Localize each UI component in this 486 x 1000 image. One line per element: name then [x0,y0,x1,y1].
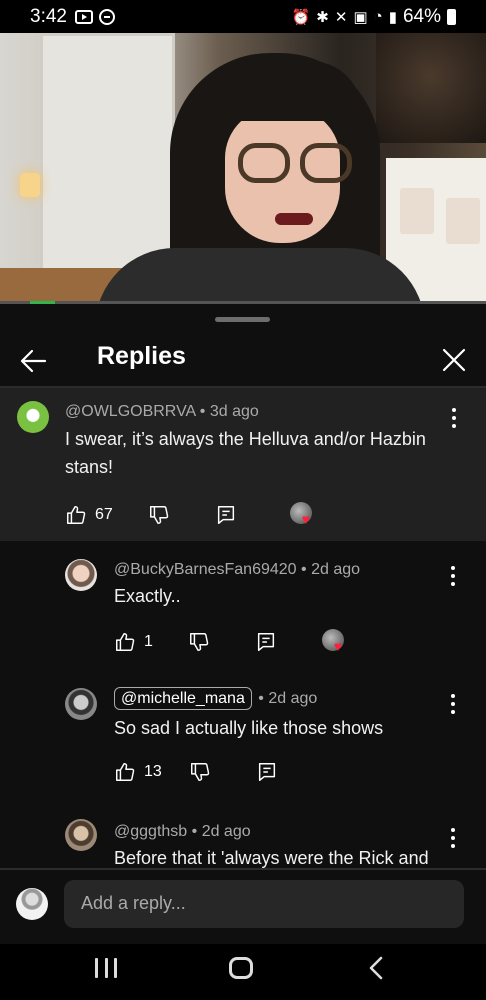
like-count: 67 [95,506,113,523]
panel-title: Replies [97,342,186,370]
comment-age: 2d ago [268,690,318,707]
reply-item: @gggthsb • 2d ago Before that it 'always… [0,799,486,869]
avatar[interactable] [17,401,49,433]
comment-text: I swear, it’s always the Helluva and/or … [65,429,426,477]
comment-age: 2d ago [311,561,361,578]
like-count: 13 [144,763,162,780]
comment-text: Before that it 'always were the Rick and [114,848,429,868]
video-player[interactable] [0,33,486,303]
replies-panel: Replies @OWLGOBRRVA • 3d ago I swear, it… [0,304,486,944]
heart-icon: ♥ [301,511,311,527]
mute-icon: ✕ [334,8,348,26]
reply-icon[interactable] [255,631,277,653]
nfc-icon: ▣ [353,8,368,26]
alarm-icon: ⏰ [291,8,311,26]
comment-age: 3d ago [209,403,259,420]
battery-icon [447,8,456,25]
comment-text: So sad I actually like those shows [114,718,384,738]
like-icon[interactable] [114,761,136,783]
reply-item: @BuckyBarnesFan69420 • 2d ago Exactly.. … [0,541,486,669]
system-nav-bar [0,944,486,1000]
more-options-icon[interactable] [448,694,458,714]
like-icon[interactable] [114,631,136,653]
reply-item: @michelle_mana • 2d ago So sad I actuall… [0,669,486,799]
comment-text: Exactly.. [114,586,181,606]
signal-icon: ▮ [388,8,397,26]
replies-header: Replies [0,334,486,386]
add-reply-input[interactable]: Add a reply... [64,880,464,928]
dislike-icon[interactable] [188,631,210,653]
status-bar: 3:42 ⏰ ✱ ✕ ▣ ◔ ▮ 64% [0,0,486,33]
mention-chip[interactable]: @michelle_mana [114,687,252,710]
youtube-notification-icon [74,9,93,24]
status-time: 3:42 [30,5,67,27]
like-icon[interactable] [65,504,87,526]
battery-percent: 64% [402,5,441,27]
dnd-icon [98,8,115,25]
close-icon[interactable] [440,346,468,374]
creator-heart: ♥ [321,629,348,655]
like-count: 1 [144,633,153,650]
avatar [16,888,48,920]
wifi-icon: ◔ [373,8,383,25]
reply-composer: Add a reply... [0,868,486,944]
heart-icon: ♥ [333,638,343,654]
comment-author[interactable]: @BuckyBarnesFan69420 [114,561,297,578]
comment-author[interactable]: @OWLGOBRRVA [65,403,195,420]
comment-author[interactable]: @gggthsb [114,823,187,840]
dislike-icon[interactable] [189,761,211,783]
drag-handle[interactable] [215,317,270,322]
back-icon[interactable] [366,955,386,981]
reply-icon[interactable] [256,761,278,783]
home-icon[interactable] [229,957,253,979]
avatar[interactable] [65,559,97,591]
back-arrow-icon[interactable] [18,346,48,376]
creator-heart: ♥ [289,502,316,528]
recent-apps-icon[interactable] [95,958,117,978]
parent-comment: @OWLGOBRRVA • 3d ago I swear, it’s alway… [0,388,486,541]
comment-age: 2d ago [201,823,251,840]
avatar[interactable] [65,819,97,851]
reply-icon[interactable] [215,504,237,526]
more-options-icon[interactable] [448,566,458,586]
avatar[interactable] [65,688,97,720]
bluetooth-icon: ✱ [316,8,329,26]
dislike-icon[interactable] [148,504,170,526]
